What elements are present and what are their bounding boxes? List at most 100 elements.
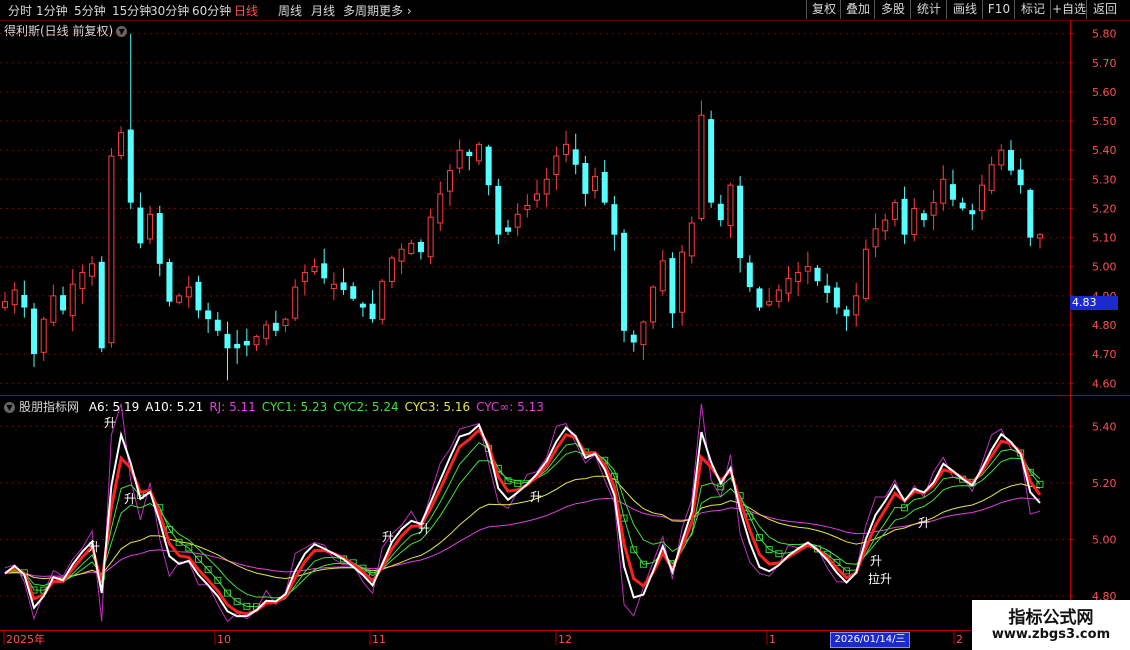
toolbar-button[interactable]: +自选 (1050, 0, 1087, 19)
cyc-box (610, 472, 618, 480)
candle-body (156, 213, 163, 264)
candle-body (920, 213, 927, 221)
indicator-name[interactable]: 股朋指标网 (19, 400, 79, 414)
candle-body (1037, 234, 1043, 239)
cyc-box (243, 602, 251, 610)
cyc-box (717, 483, 725, 491)
period-tab[interactable]: 1分钟 (36, 2, 68, 19)
candle-body (659, 260, 666, 292)
candle-body (504, 227, 511, 232)
candle-body (1007, 149, 1014, 171)
cyc-box (968, 478, 976, 486)
candle-body (572, 149, 579, 165)
cyc-box (620, 514, 628, 522)
indicator-values: A6: 5.19 A10: 5.21 RJ: 5.11 CYC1: 5.23 CYC2:… (89, 400, 550, 414)
cyc-box (1026, 468, 1034, 476)
candle-body (253, 336, 260, 346)
indicator-value: A10: 5.21 (145, 400, 204, 414)
chart-canvas: 5.805.705.605.505.405.305.205.105.004.90… (0, 20, 1130, 650)
candle-body (872, 228, 879, 248)
signal-label: 升 (870, 554, 882, 568)
cyc-box (194, 555, 202, 563)
candle-body (234, 343, 241, 349)
price-tick-label: 4.80 (1092, 319, 1117, 332)
date-label: 2025年 (6, 632, 45, 646)
candle-body (853, 295, 860, 316)
period-tab[interactable]: 日线 (234, 2, 258, 19)
candle-body (50, 295, 57, 323)
current-price-badge: 4.83 (1070, 296, 1118, 310)
period-tab[interactable]: 30分钟 (150, 2, 189, 19)
cyc-box (349, 559, 357, 567)
toolbar-button[interactable]: 叠加 (840, 0, 875, 19)
a10-line (4, 427, 1042, 616)
period-tab[interactable]: 周线 (278, 2, 302, 19)
chevron-down-icon[interactable]: ▼ (4, 402, 15, 413)
period-tab[interactable]: 15分钟 (112, 2, 151, 19)
candle-body (746, 262, 753, 288)
cyc-box (369, 572, 377, 580)
grid-lines (0, 33, 1070, 597)
chevron-down-icon[interactable]: ▼ (116, 26, 128, 37)
rj-line (4, 403, 1041, 623)
date-label: 11 (372, 633, 386, 646)
right-side-panel-lower[interactable] (1118, 398, 1130, 598)
toolbar-button[interactable]: 标记 (1014, 0, 1051, 19)
price-tick-label: 4.70 (1092, 348, 1117, 361)
cyc-box (20, 569, 28, 577)
period-tab[interactable]: 5分钟 (74, 2, 106, 19)
date-label: 2 (956, 633, 963, 646)
candle-body (475, 143, 482, 162)
candle-body (640, 321, 647, 346)
period-tab[interactable]: 更多 › (379, 2, 412, 19)
candle-body (843, 309, 850, 317)
signal-labels: 升升升升升升升升拉升 (88, 416, 930, 586)
candle-body (446, 170, 453, 192)
right-side-panel[interactable] (1118, 22, 1130, 390)
main-chart-title[interactable]: 得利斯(日线 前复权) ▼ (4, 22, 128, 39)
date-label: 12 (558, 633, 572, 646)
candle-body (330, 283, 337, 290)
toolbar-button[interactable]: 多股 (874, 0, 911, 19)
cyc-box (765, 546, 773, 554)
period-tab[interactable]: 多周期 (343, 2, 379, 19)
toolbar-button[interactable]: 复权 (806, 0, 841, 19)
toolbar-button[interactable]: F10 (982, 0, 1015, 19)
candle-body (582, 162, 589, 194)
candle-body (949, 184, 956, 200)
indicator-tick-label: 5.20 (1092, 477, 1117, 490)
candle-body (785, 277, 792, 294)
candle-body (969, 210, 976, 215)
candle-body (833, 287, 840, 308)
candle-body (11, 289, 18, 306)
cyc-box (823, 550, 831, 558)
cyc2-line (4, 450, 1041, 599)
period-tab[interactable]: 月线 (311, 2, 335, 19)
cyc-box (746, 513, 754, 521)
toolbar-button[interactable]: 返回 (1086, 0, 1123, 19)
date-axis: 2025年 10 11 12 1 2 (3, 631, 963, 646)
indicator-lines (4, 403, 1044, 623)
candle-body (891, 202, 898, 220)
selected-date-badge: 2026/01/14/三 (830, 632, 910, 648)
toolbar-button[interactable]: 统计 (910, 0, 947, 19)
watermark-title: 指标公式网 (1008, 608, 1094, 628)
period-tab[interactable]: 分时 (8, 2, 32, 19)
candle-body (369, 303, 376, 320)
candle-body (882, 219, 889, 232)
period-tab[interactable]: 60分钟 (192, 2, 231, 19)
candle-body (398, 248, 405, 262)
signal-label: 升 (382, 530, 394, 544)
indicator-tick-label: 5.00 (1092, 533, 1117, 546)
candle-body (495, 185, 502, 235)
cyc-box (504, 477, 512, 485)
cyc-box (494, 464, 502, 472)
candle-body (350, 286, 357, 299)
candle-body (795, 272, 802, 283)
toolbar-button[interactable]: 画线 (946, 0, 983, 19)
candle-body (650, 286, 657, 323)
candle-body (282, 318, 289, 326)
stock-title: 得利斯(日线 前复权) (4, 24, 114, 38)
candle-body (621, 232, 628, 331)
candle-body (669, 258, 676, 314)
